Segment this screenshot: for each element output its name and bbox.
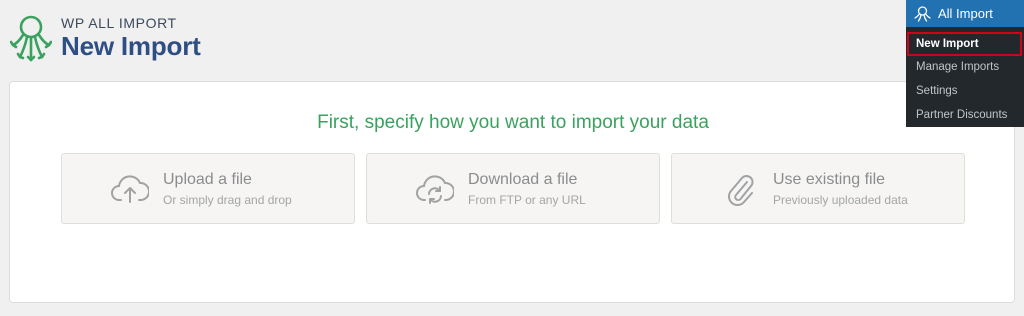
octopus-logo-icon xyxy=(10,15,52,62)
brand-name: WP ALL IMPORT xyxy=(61,15,177,31)
submenu-partner-discounts[interactable]: Partner Discounts xyxy=(906,104,1024,128)
menu-all-import-label: All Import xyxy=(938,6,993,21)
page-header: WP ALL IMPORT New Import xyxy=(10,12,201,65)
submenu-manage-imports[interactable]: Manage Imports xyxy=(906,56,1024,80)
download-file-option[interactable]: Download a file From FTP or any URL xyxy=(366,153,660,224)
cloud-sync-icon xyxy=(415,169,455,209)
octopus-menu-icon xyxy=(914,6,931,22)
brand: WP ALL IMPORT New Import xyxy=(61,12,201,61)
page: WP ALL IMPORT New Import First, specify … xyxy=(0,0,1024,316)
page-title: New Import xyxy=(61,31,201,61)
option-subtitle: Previously uploaded data xyxy=(773,192,908,207)
submenu-settings[interactable]: Settings xyxy=(906,80,1024,104)
import-card: First, specify how you want to import yo… xyxy=(9,81,1015,303)
menu-all-import[interactable]: All Import xyxy=(906,0,1024,27)
option-subtitle: Or simply drag and drop xyxy=(163,192,292,207)
paperclip-icon xyxy=(720,169,760,209)
upload-file-option[interactable]: Upload a file Or simply drag and drop xyxy=(61,153,355,224)
admin-menu-flyout: All Import New Import Manage Imports Set… xyxy=(906,0,1024,127)
submenu: New Import Manage Imports Settings Partn… xyxy=(906,27,1024,128)
existing-file-option[interactable]: Use existing file Previously uploaded da… xyxy=(671,153,965,224)
import-heading: First, specify how you want to import yo… xyxy=(317,112,709,133)
option-title: Upload a file xyxy=(163,170,252,188)
option-title: Use existing file xyxy=(773,170,886,188)
import-options: Upload a file Or simply drag and drop Do… xyxy=(61,153,965,224)
submenu-new-import[interactable]: New Import xyxy=(907,32,1022,56)
option-title: Download a file xyxy=(468,170,578,188)
option-subtitle: From FTP or any URL xyxy=(468,192,586,207)
cloud-upload-icon xyxy=(110,169,150,209)
